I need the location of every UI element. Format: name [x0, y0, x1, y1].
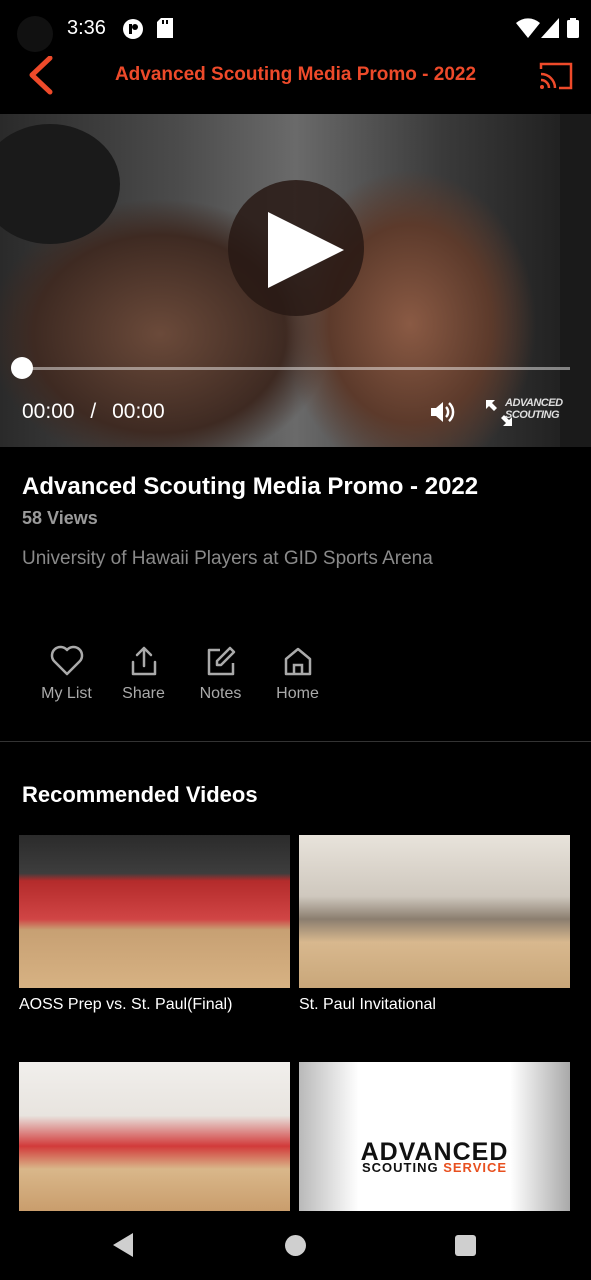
home-button[interactable]: Home: [259, 645, 336, 703]
notes-label: Notes: [199, 685, 242, 702]
signal-icon: [541, 18, 559, 43]
status-time: 3:36: [67, 17, 106, 39]
home-icon: [284, 647, 311, 676]
brand-logo-word: SCOUTING: [361, 1160, 439, 1175]
status-bar: 3:36: [0, 0, 591, 56]
divider: [0, 741, 591, 742]
video-player[interactable]: 00:00 / 00:00 ADVANCED SCOUTING: [0, 114, 591, 447]
wifi-icon: [516, 18, 540, 43]
play-button[interactable]: [228, 180, 364, 316]
video-frame-object: [0, 124, 120, 244]
video-description: University of Hawaii Players at GID Spor…: [22, 548, 433, 569]
action-row: My List Share Notes Home: [28, 645, 336, 703]
nav-back-icon[interactable]: [113, 1233, 133, 1257]
my-list-button[interactable]: My List: [28, 645, 105, 703]
heart-icon: [50, 645, 83, 676]
video-thumbnail[interactable]: [19, 835, 290, 988]
current-time: 00:00: [22, 400, 75, 423]
time-separator: /: [90, 400, 97, 423]
battery-icon: [567, 18, 579, 43]
page-title: Advanced Scouting Media Promo - 2022: [114, 64, 477, 85]
share-label: Share: [122, 685, 165, 702]
recommended-heading: Recommended Videos: [22, 782, 258, 807]
app-bar: Advanced Scouting Media Promo - 2022: [0, 55, 591, 114]
volume-icon: [431, 402, 455, 422]
time-display: 00:00 / 00:00: [22, 400, 165, 424]
video-caption[interactable]: St. Paul Invitational: [299, 996, 436, 1014]
cast-button[interactable]: [538, 61, 574, 91]
brand-logo-word: SERVICE: [443, 1160, 508, 1175]
seek-bar[interactable]: [22, 367, 570, 370]
video-thumbnail[interactable]: ADVANCED SCOUTING SERVICE: [299, 1062, 570, 1215]
video-title: Advanced Scouting Media Promo - 2022: [22, 473, 479, 500]
video-caption[interactable]: AOSS Prep vs. St. Paul(Final): [19, 996, 232, 1014]
nav-recents-icon[interactable]: [455, 1235, 476, 1256]
duration: 00:00: [112, 400, 165, 423]
brand-logo-subtext: SCOUTING SERVICE: [299, 1160, 570, 1175]
video-thumbnail[interactable]: [19, 1062, 290, 1215]
watermark-logo: ADVANCED SCOUTING: [505, 397, 563, 421]
notes-button[interactable]: Notes: [182, 645, 259, 703]
home-label: Home: [276, 685, 319, 702]
seek-handle[interactable]: [11, 357, 33, 379]
share-button[interactable]: Share: [105, 645, 182, 703]
play-icon: [268, 212, 344, 288]
nav-home-icon[interactable]: [285, 1235, 306, 1256]
view-count: 58 Views: [22, 508, 98, 528]
system-nav-bar: [0, 1211, 591, 1280]
share-icon: [131, 646, 156, 676]
video-thumbnail[interactable]: [299, 835, 570, 988]
cast-icon: [539, 62, 573, 90]
volume-button[interactable]: [428, 398, 456, 431]
edit-icon: [207, 646, 235, 676]
my-list-label: My List: [41, 685, 92, 702]
sd-card-icon: [157, 18, 173, 43]
notification-icon: [122, 18, 144, 45]
camera-cutout: [17, 16, 53, 52]
